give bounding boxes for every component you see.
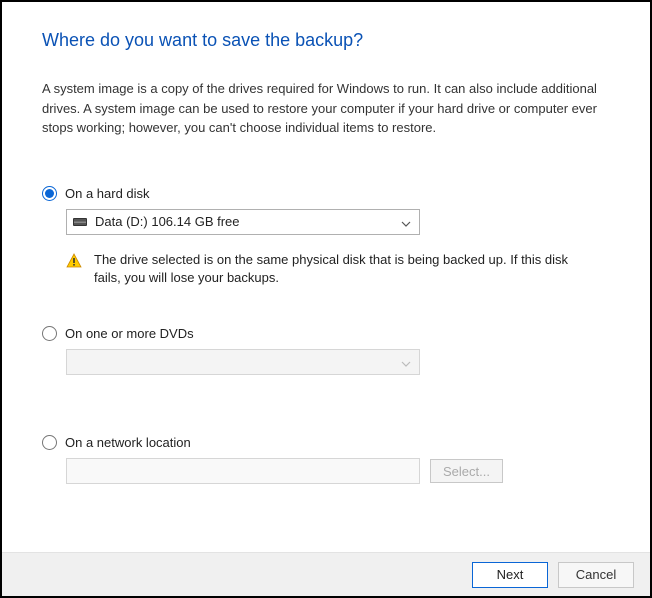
radio-hard-disk[interactable] (42, 186, 57, 201)
chevron-down-icon (401, 357, 411, 367)
option-network: On a network location Select... (42, 435, 610, 484)
hard-drive-icon (73, 218, 87, 226)
dvd-dropdown (66, 349, 420, 375)
network-path-input (66, 458, 420, 484)
dialog-footer: Next Cancel (2, 552, 650, 596)
warning-icon (66, 253, 82, 269)
hard-disk-dropdown[interactable]: Data (D:) 106.14 GB free (66, 209, 420, 235)
radio-network[interactable] (42, 435, 57, 450)
hard-disk-selected-value: Data (D:) 106.14 GB free (95, 214, 240, 229)
select-network-button[interactable]: Select... (430, 459, 503, 483)
page-description: A system image is a copy of the drives r… (42, 79, 610, 138)
warning-text: The drive selected is on the same physic… (94, 251, 594, 289)
radio-dvd-label: On one or more DVDs (65, 326, 194, 341)
radio-dvd[interactable] (42, 326, 57, 341)
radio-hard-disk-label: On a hard disk (65, 186, 150, 201)
warning-row: The drive selected is on the same physic… (66, 251, 610, 289)
radio-network-label: On a network location (65, 435, 191, 450)
option-hard-disk: On a hard disk Data (D:) 106.14 GB free … (42, 186, 610, 289)
dialog-content: Where do you want to save the backup? A … (2, 2, 650, 484)
option-dvd: On one or more DVDs (42, 326, 610, 375)
cancel-button[interactable]: Cancel (558, 562, 634, 588)
page-title: Where do you want to save the backup? (42, 30, 610, 51)
next-button[interactable]: Next (472, 562, 548, 588)
chevron-down-icon (401, 217, 411, 227)
